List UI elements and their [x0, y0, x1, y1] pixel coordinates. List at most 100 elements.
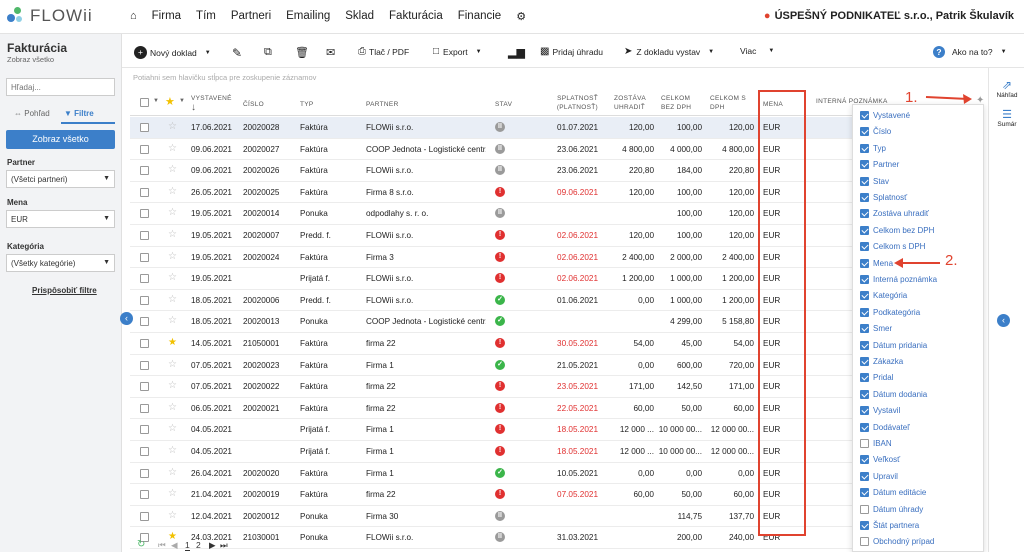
- col-total-ex[interactable]: CELKOM BEZ DPH: [661, 94, 701, 112]
- row-checkbox[interactable]: [140, 231, 149, 240]
- unchecked-checkbox-icon[interactable]: [860, 439, 869, 448]
- checked-checkbox-icon[interactable]: [860, 291, 869, 301]
- row-checkbox[interactable]: [140, 403, 149, 413]
- row-checkbox[interactable]: [140, 339, 149, 348]
- row-checkbox[interactable]: [140, 166, 149, 176]
- star-icon[interactable]: ☆: [168, 294, 177, 305]
- column-option[interactable]: Zákazka: [860, 354, 903, 369]
- row-checkbox[interactable]: [140, 468, 149, 478]
- category-select[interactable]: (Všetky kategórie) ▼: [6, 254, 115, 272]
- company-selector[interactable]: ● ÚSPEŠNÝ PODNIKATEĽ s.r.o., Patrik Škul…: [764, 10, 1014, 22]
- col-currency[interactable]: MENA: [763, 100, 783, 109]
- col-status[interactable]: STAV: [495, 100, 512, 109]
- row-checkbox[interactable]: [140, 144, 149, 154]
- column-option[interactable]: Stav: [860, 174, 889, 189]
- column-option[interactable]: Smer: [860, 321, 892, 336]
- new-doc-button[interactable]: + Nový doklad ▼: [134, 46, 211, 59]
- column-option[interactable]: Podkategória: [860, 305, 920, 320]
- notification-icon[interactable]: ●: [764, 10, 771, 22]
- nav-sklad[interactable]: Sklad: [345, 10, 374, 23]
- row-checkbox[interactable]: [140, 295, 149, 305]
- partner-select[interactable]: (Všetci partneri) ▼: [6, 170, 115, 188]
- checked-checkbox-icon[interactable]: [860, 455, 869, 465]
- star-icon[interactable]: ☆: [168, 207, 177, 218]
- gear-icon[interactable]: ⚙: [516, 10, 526, 23]
- star-icon[interactable]: ☆: [168, 423, 177, 434]
- checked-checkbox-icon[interactable]: [860, 176, 869, 186]
- customize-filters-link[interactable]: Prispôsobiť filtre: [32, 286, 97, 295]
- checked-checkbox-icon[interactable]: [860, 258, 869, 268]
- checked-checkbox-icon[interactable]: [860, 209, 869, 219]
- table-row[interactable]: ☆ 09.06.2021 20020027 Faktúra COOP Jednota -…: [130, 139, 966, 161]
- column-option[interactable]: Celkom s DPH: [860, 239, 925, 254]
- star-icon[interactable]: ☆: [168, 445, 177, 456]
- column-option[interactable]: Vystavené: [860, 108, 910, 123]
- checked-checkbox-icon[interactable]: [860, 307, 869, 317]
- checked-checkbox-icon[interactable]: [860, 340, 869, 350]
- checked-checkbox-icon[interactable]: [860, 324, 869, 334]
- row-checkbox[interactable]: [140, 317, 149, 327]
- next-page-icon[interactable]: ▶: [209, 540, 216, 551]
- prev-page-icon[interactable]: ◀: [171, 540, 178, 551]
- checked-checkbox-icon[interactable]: [860, 143, 869, 153]
- row-checkbox[interactable]: [140, 382, 149, 392]
- table-row[interactable]: ☆ 18.05.2021 20020013 Ponuka COOP Jednota - …: [130, 311, 966, 333]
- column-option[interactable]: Upravil: [860, 469, 898, 484]
- unchecked-checkbox-icon[interactable]: [860, 504, 869, 514]
- chart-icon[interactable]: ▂▆: [508, 46, 525, 59]
- checked-checkbox-icon[interactable]: [860, 488, 869, 498]
- star-icon[interactable]: ☆: [168, 251, 177, 262]
- more-button[interactable]: Viac ▼: [740, 46, 774, 56]
- table-row[interactable]: ☆ 04.05.2021 Prijatá f. Firma 1! 18.05.2021 1…: [130, 441, 966, 463]
- column-option[interactable]: Dátum pridania: [860, 338, 927, 353]
- row-checkbox[interactable]: [140, 123, 149, 132]
- table-row[interactable]: ☆ 18.05.2021 20020006 Predd. f. FLOWii s.r.o…: [130, 290, 966, 312]
- checked-checkbox-icon[interactable]: [860, 406, 869, 416]
- nav-partneri[interactable]: Partneri: [231, 10, 271, 23]
- copy-icon[interactable]: ⧉: [264, 46, 272, 59]
- column-option[interactable]: IBAN: [860, 436, 892, 451]
- show-all-button[interactable]: Zobraz všetko: [6, 130, 115, 149]
- table-row[interactable]: ☆ 04.05.2021 Prijatá f. Firma 1! 18.05.2021 1…: [130, 419, 966, 441]
- column-option[interactable]: Dodávateľ: [860, 420, 910, 435]
- nav-financie[interactable]: Financie: [458, 10, 501, 23]
- star-icon[interactable]: ☆: [168, 121, 177, 132]
- edit-icon[interactable]: ✎: [232, 46, 242, 60]
- column-option[interactable]: Zostáva uhradiť: [860, 206, 929, 221]
- table-row[interactable]: ☆ 21.04.2021 20020019 Faktúra firma 22! 07.05…: [130, 484, 966, 506]
- star-icon[interactable]: ☆: [168, 143, 177, 154]
- column-option[interactable]: Veľkosť: [860, 452, 900, 467]
- logo[interactable]: FLOWii: [6, 6, 93, 26]
- table-row[interactable]: ☆ 26.05.2021 20020025 Faktúra Firma 8 s.r.o.…: [130, 182, 966, 204]
- row-checkbox[interactable]: [140, 511, 149, 521]
- star-icon[interactable]: ☆: [168, 272, 177, 283]
- checked-checkbox-icon[interactable]: [860, 373, 869, 383]
- search-input[interactable]: [6, 78, 115, 96]
- star-icon[interactable]: ☆: [168, 315, 177, 326]
- column-option[interactable]: Typ: [860, 141, 886, 156]
- column-option[interactable]: Interná poznámka: [860, 272, 937, 287]
- email-icon[interactable]: ✉: [326, 46, 335, 59]
- table-row[interactable]: ☆ 19.05.2021 20020024 Faktúra Firma 3! 02.06.…: [130, 247, 966, 269]
- checked-checkbox-icon[interactable]: [860, 225, 869, 235]
- column-option[interactable]: Mena: [860, 256, 893, 271]
- column-option[interactable]: Vystavil: [860, 403, 900, 418]
- summary-button[interactable]: ☰ Sumár: [993, 108, 1021, 128]
- column-option[interactable]: Dátum dodania: [860, 387, 927, 402]
- table-row[interactable]: ☆ 19.05.2021 Prijatá f. FLOWii s.r.o.! 02.06…: [130, 268, 966, 290]
- first-page-icon[interactable]: ⏮: [158, 540, 166, 551]
- checked-checkbox-icon[interactable]: [860, 127, 869, 137]
- print-button[interactable]: ⎙ Tlač / PDF: [358, 46, 409, 57]
- page-2[interactable]: 2: [196, 540, 201, 550]
- help-button[interactable]: ? Ako na to? ▼: [933, 46, 1007, 58]
- star-icon[interactable]: ☆: [168, 164, 177, 175]
- col-type[interactable]: TYP: [300, 100, 314, 109]
- col-total-inc[interactable]: CELKOM S DPH: [710, 94, 750, 112]
- table-row[interactable]: ☆ 12.04.2021 20020012 Ponuka Firma 30 II 114,7…: [130, 506, 966, 528]
- star-icon[interactable]: ★: [168, 337, 177, 348]
- row-checkbox[interactable]: [140, 209, 149, 219]
- row-checkbox[interactable]: [140, 490, 149, 500]
- column-option[interactable]: Pridal: [860, 370, 893, 385]
- trash-icon[interactable]: 🗑: [295, 46, 309, 59]
- checked-checkbox-icon[interactable]: [860, 275, 869, 284]
